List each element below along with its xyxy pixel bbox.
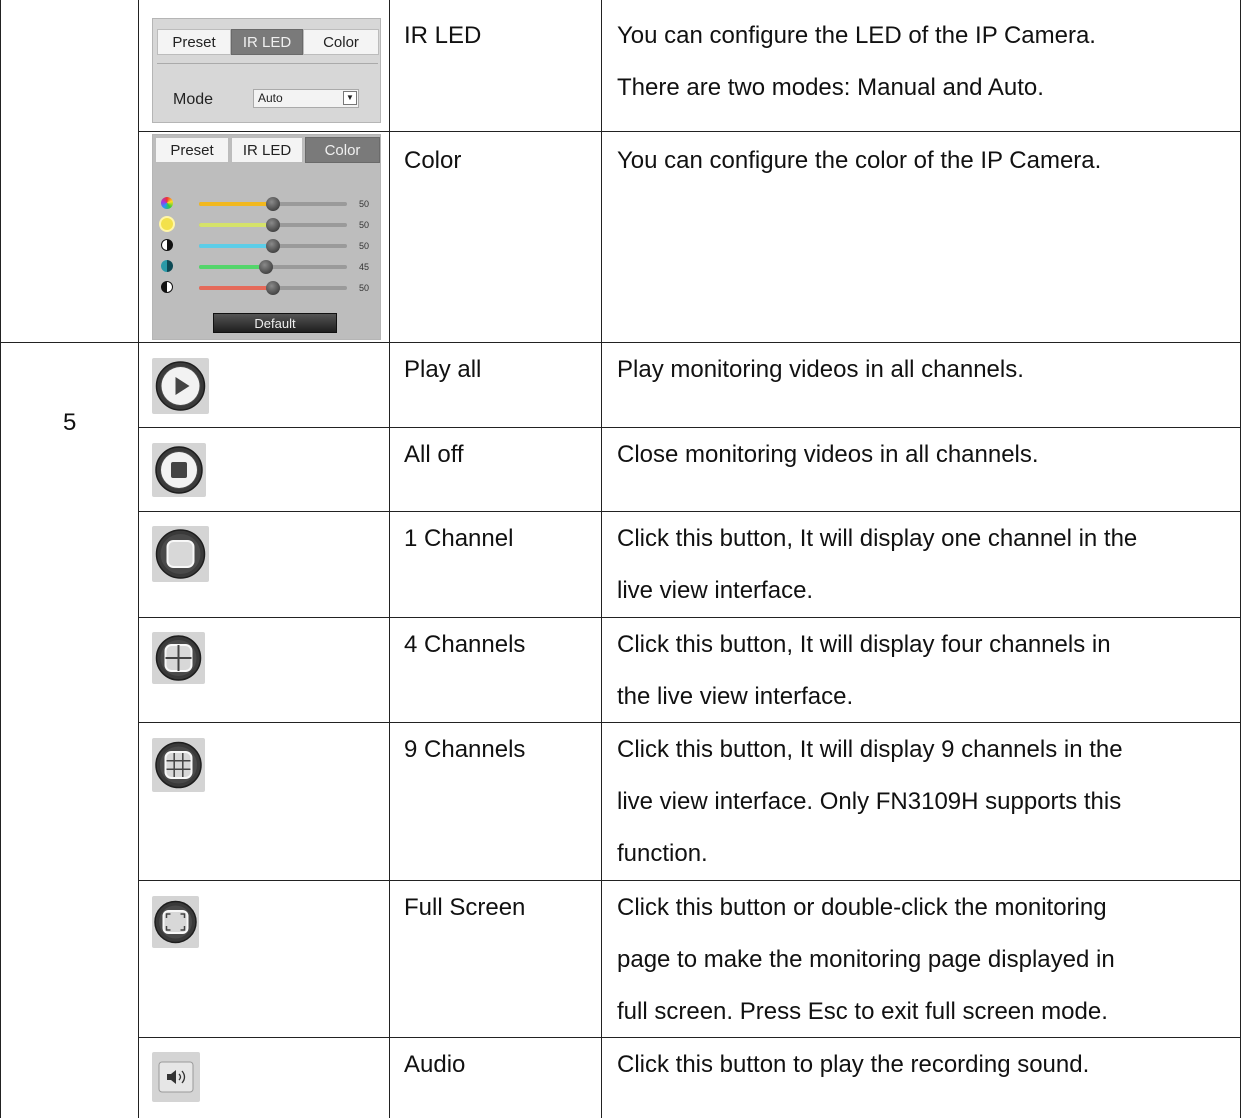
slider-handle[interactable] xyxy=(258,260,273,274)
stop-icon[interactable] xyxy=(152,443,206,497)
slider-handle[interactable] xyxy=(266,197,280,211)
feature-name: IR LED xyxy=(404,22,482,49)
slider-track[interactable] xyxy=(199,239,347,253)
feature-description-line: You can configure the LED of the IP Came… xyxy=(617,22,1096,49)
contrast-icon xyxy=(161,239,173,251)
color-slider[interactable]: 50 xyxy=(161,281,373,295)
table-row-divider xyxy=(138,617,1241,618)
hue-icon xyxy=(161,197,173,209)
slider-fill xyxy=(199,223,273,227)
chevron-down-icon[interactable]: ▼ xyxy=(343,91,357,105)
slider-track[interactable] xyxy=(199,197,347,211)
mode-select-value: Auto xyxy=(258,91,283,105)
slider-value: 50 xyxy=(359,283,370,293)
tab-preset[interactable]: Preset xyxy=(155,137,229,163)
play-icon[interactable] xyxy=(152,358,209,414)
feature-description-line: Play monitoring videos in all channels. xyxy=(617,356,1024,383)
feature-name: Full Screen xyxy=(404,894,526,921)
table-row-divider xyxy=(138,511,1241,512)
table-column-divider xyxy=(389,0,390,1118)
ir-led-panel: Preset IR LED Color Mode Auto ▼ xyxy=(152,18,381,123)
slider-value: 45 xyxy=(359,262,370,272)
saturation-icon xyxy=(161,260,173,272)
default-button[interactable]: Default xyxy=(213,313,337,333)
feature-name: Play all xyxy=(404,356,482,383)
row-number: 5 xyxy=(63,409,77,436)
feature-name: Color xyxy=(404,147,462,174)
feature-description-line: Click this button to play the recording … xyxy=(617,1051,1090,1078)
slider-fill xyxy=(199,244,273,248)
color-slider[interactable]: 50 xyxy=(161,218,373,232)
tab-ir-led[interactable]: IR LED xyxy=(231,29,303,55)
color-slider[interactable]: 50 xyxy=(161,197,373,211)
feature-description-line: Click this button, It will display four … xyxy=(617,631,1111,658)
one-channel-icon[interactable] xyxy=(152,526,209,582)
slider-handle[interactable] xyxy=(266,218,280,232)
feature-description-line: Click this button, It will display one c… xyxy=(617,525,1138,552)
nine-channels-icon[interactable] xyxy=(152,738,205,792)
feature-name: Audio xyxy=(404,1051,466,1078)
slider-track[interactable] xyxy=(199,281,347,295)
tab-ir-led[interactable]: IR LED xyxy=(231,137,303,163)
slider-value: 50 xyxy=(359,220,370,230)
feature-name: 9 Channels xyxy=(404,736,526,763)
slider-handle[interactable] xyxy=(266,281,280,295)
slider-fill xyxy=(199,286,273,290)
tab-color[interactable]: Color xyxy=(305,137,380,163)
feature-name: 1 Channel xyxy=(404,525,514,552)
color-slider[interactable]: 45 xyxy=(161,260,373,274)
mode-select[interactable]: Auto ▼ xyxy=(253,89,359,108)
table-row-divider xyxy=(138,880,1241,881)
table-row-divider xyxy=(0,342,1241,343)
tab-color[interactable]: Color xyxy=(303,29,379,55)
slider-value: 50 xyxy=(359,199,370,209)
four-channels-icon[interactable] xyxy=(152,632,205,684)
slider-fill xyxy=(199,265,266,269)
slider-value: 50 xyxy=(359,241,370,251)
table-row-divider xyxy=(138,427,1241,428)
slider-fill xyxy=(199,202,273,206)
tab-separator xyxy=(157,63,378,64)
feature-description-line: live view interface. Only FN3109H suppor… xyxy=(617,788,1122,815)
slider-track[interactable] xyxy=(199,218,347,232)
feature-description-line: Click this button or double-click the mo… xyxy=(617,894,1107,921)
feature-name: All off xyxy=(404,441,464,468)
table-row-divider xyxy=(138,131,1241,132)
audio-icon[interactable] xyxy=(152,1052,200,1102)
slider-handle[interactable] xyxy=(266,239,280,253)
table-column-divider xyxy=(138,0,139,1118)
feature-description-line: Click this button, It will display 9 cha… xyxy=(617,736,1123,763)
color-slider[interactable]: 50 xyxy=(161,239,373,253)
slider-track[interactable] xyxy=(199,260,347,274)
feature-description-line: the live view interface. xyxy=(617,683,854,710)
feature-description-line: There are two modes: Manual and Auto. xyxy=(617,74,1044,101)
tab-preset[interactable]: Preset xyxy=(157,29,231,55)
feature-description-line: full screen. Press Esc to exit full scre… xyxy=(617,998,1108,1025)
feature-name: 4 Channels xyxy=(404,631,526,658)
table-border-left xyxy=(0,0,1,1118)
table-border-right xyxy=(1240,0,1241,1118)
feature-description-line: live view interface. xyxy=(617,577,814,604)
mode-label: Mode xyxy=(173,91,214,108)
feature-description-line: Close monitoring videos in all channels. xyxy=(617,441,1039,468)
feature-description-line: function. xyxy=(617,840,708,867)
color-panel: Preset IR LED Color 50 50 50 45 50 Default xyxy=(152,134,381,340)
brightness-icon xyxy=(161,218,173,230)
fullscreen-icon[interactable] xyxy=(152,896,199,948)
feature-description-line: page to make the monitoring page display… xyxy=(617,946,1115,973)
table-column-divider xyxy=(601,0,602,1118)
sharpness-icon xyxy=(161,281,173,293)
feature-description-line: You can configure the color of the IP Ca… xyxy=(617,147,1102,174)
